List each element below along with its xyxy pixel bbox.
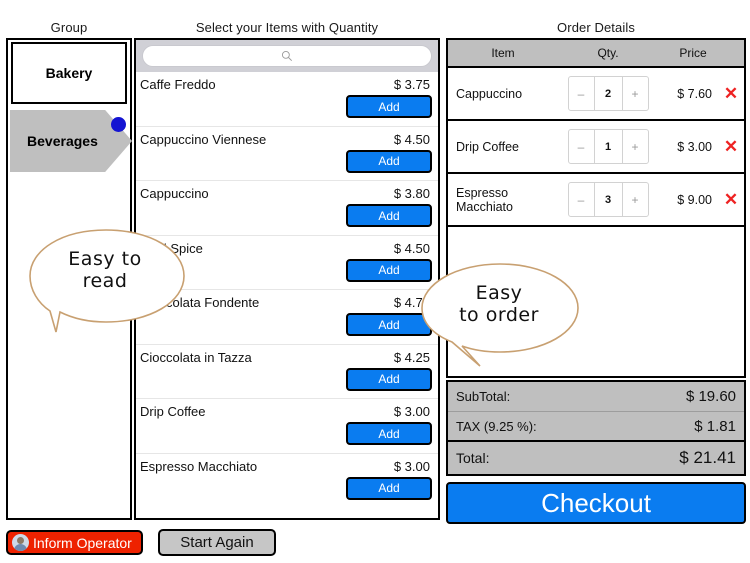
- menu-item-row: Chai Spice $ 4.50 Add: [136, 236, 438, 290]
- menu-item-row: Cappuccino Viennese $ 4.50 Add: [136, 127, 438, 181]
- menu-item-name: Drip Coffee: [140, 404, 206, 419]
- menu-item-name: Caffe Freddo: [140, 77, 216, 92]
- increase-quantity-button[interactable]: +: [621, 77, 648, 110]
- quantity-stepper: –2 +: [558, 76, 658, 111]
- total-label: Total:: [456, 450, 490, 466]
- menu-item-price: $ 4.50: [393, 131, 430, 147]
- menu-item-name: Cappuccino Viennese: [140, 131, 267, 147]
- add-item-button[interactable]: Add: [346, 476, 432, 500]
- group-panel: Bakery Beverages: [6, 38, 132, 520]
- add-item-button[interactable]: Add: [346, 258, 432, 282]
- order-row: Espresso Macchiato –3 + $ 9.00 ✕: [448, 174, 744, 227]
- operator-avatar-icon: [12, 534, 29, 551]
- increase-quantity-button[interactable]: +: [621, 130, 648, 163]
- search-icon: [281, 50, 293, 62]
- tax-value: $ 1.81: [694, 417, 736, 435]
- order-row: Drip Coffee –1 + $ 3.00 ✕: [448, 121, 744, 174]
- remove-item-icon[interactable]: ✕: [718, 138, 744, 155]
- order-item-name: Cappuccino: [456, 86, 523, 101]
- add-item-button[interactable]: Add: [346, 95, 432, 118]
- inform-operator-button[interactable]: Inform Operator: [6, 530, 143, 555]
- quantity-stepper: –3 +: [558, 182, 658, 217]
- column-header-price: Price: [679, 46, 707, 60]
- menu-item-name: Cioccolata in Tazza: [140, 349, 252, 365]
- order-item-price: $ 3.00: [677, 139, 712, 154]
- start-again-button[interactable]: Start Again: [158, 529, 276, 556]
- menu-item-name: Cioccolata Fondente: [140, 295, 260, 310]
- sidebar-item-bakery[interactable]: Bakery: [11, 42, 127, 104]
- checkout-button[interactable]: Checkout: [446, 482, 746, 524]
- menu-item-list[interactable]: Caffe Freddo $ 3.75 Add Cappuccino Viennese…: [136, 72, 438, 518]
- subtotal-label: SubTotal:: [456, 389, 511, 404]
- search-input[interactable]: [142, 45, 432, 67]
- menu-item-price: $ 3.00: [393, 458, 430, 474]
- menu-item-name: Chai Spice: [140, 240, 203, 256]
- totals-panel: SubTotal: $ 19.60 TAX (9.25 %): $ 1.81 T…: [446, 380, 746, 476]
- subtotal-value: $ 19.60: [685, 388, 736, 405]
- order-item-name: Drip Coffee: [456, 139, 519, 154]
- sidebar-item-bakery-label: Bakery: [45, 65, 93, 81]
- remove-item-icon[interactable]: ✕: [718, 191, 744, 208]
- order-item-price: $ 9.00: [677, 192, 712, 207]
- add-item-button[interactable]: Add: [346, 367, 432, 391]
- increase-quantity-button[interactable]: +: [621, 183, 648, 216]
- items-panel: Caffe Freddo $ 3.75 Add Cappuccino Viennese…: [134, 38, 440, 520]
- add-item-button[interactable]: Add: [346, 422, 432, 445]
- menu-item-row: Drip Coffee $ 3.00 Add: [136, 399, 438, 454]
- add-item-button[interactable]: Add: [346, 313, 432, 336]
- tax-row: TAX (9.25 %): $ 1.81: [448, 412, 744, 442]
- menu-item-price: $ 3.00: [393, 404, 430, 419]
- column-header-qty: Qty.: [597, 46, 619, 60]
- order-row: Cappuccino –2 + $ 7.60 ✕: [448, 68, 744, 121]
- items-column-title: Select your Items with Quantity: [195, 20, 379, 35]
- decrease-quantity-button[interactable]: –: [569, 130, 595, 163]
- quantity-value: 2: [604, 87, 612, 100]
- remove-item-icon[interactable]: ✕: [718, 85, 744, 102]
- menu-item-row: Cappuccino $ 3.80 Add: [136, 181, 438, 236]
- order-table: Item Qty. Price Cappuccino –2 + $ 7.60 ✕ Drip…: [446, 38, 746, 378]
- decrease-quantity-button[interactable]: –: [569, 77, 595, 110]
- order-row-container: Cappuccino –2 + $ 7.60 ✕ Drip Coffee –1 + $ 3.00…: [448, 68, 744, 227]
- menu-item-name: Cappuccino: [140, 186, 209, 201]
- menu-item-row: Caffe Freddo $ 3.75 Add: [136, 72, 438, 127]
- order-item-price: $ 7.60: [677, 86, 712, 101]
- menu-item-price: $ 4.75: [393, 295, 430, 310]
- order-column-title: Order Details: [557, 20, 635, 35]
- order-panel: Item Qty. Price Cappuccino –2 + $ 7.60 ✕ Drip…: [446, 38, 746, 524]
- add-item-button[interactable]: Add: [346, 204, 432, 227]
- order-item-name: Espresso Macchiato: [456, 185, 513, 214]
- quantity-value: 1: [604, 140, 612, 153]
- quantity-stepper: –1 +: [558, 129, 658, 164]
- kiosk-order-screen: Group Select your Items with Quantity Or…: [0, 0, 750, 563]
- menu-item-price: $ 3.80: [393, 186, 430, 201]
- quantity-value: 3: [604, 193, 612, 206]
- add-item-button[interactable]: Add: [346, 149, 432, 173]
- inform-operator-label: Inform Operator: [33, 534, 132, 551]
- tax-label: TAX (9.25 %):: [456, 418, 537, 434]
- menu-item-row: Espresso Macchiato $ 3.00 Add: [136, 454, 438, 509]
- menu-item-price: $ 4.25: [393, 349, 430, 365]
- menu-item-row: Cioccolata in Tazza $ 4.25 Add: [136, 345, 438, 399]
- selected-group-dot-icon: [111, 117, 126, 132]
- menu-item-price: $ 3.75: [393, 77, 430, 92]
- sidebar-item-beverages-label: Beverages: [27, 133, 98, 149]
- group-column-title: Group: [50, 20, 88, 35]
- order-table-header: Item Qty. Price: [448, 40, 744, 68]
- total-row: Total: $ 21.41: [448, 442, 744, 474]
- subtotal-row: SubTotal: $ 19.60: [448, 382, 744, 412]
- menu-item-name: Espresso Macchiato: [140, 458, 258, 474]
- menu-item-price: $ 4.50: [393, 240, 430, 256]
- decrease-quantity-button[interactable]: –: [569, 183, 595, 216]
- total-value: $ 21.41: [679, 448, 736, 467]
- menu-item-row: Cioccolata Fondente $ 4.75 Add: [136, 290, 438, 345]
- search-bar: [136, 40, 438, 72]
- column-header-item: Item: [491, 46, 515, 60]
